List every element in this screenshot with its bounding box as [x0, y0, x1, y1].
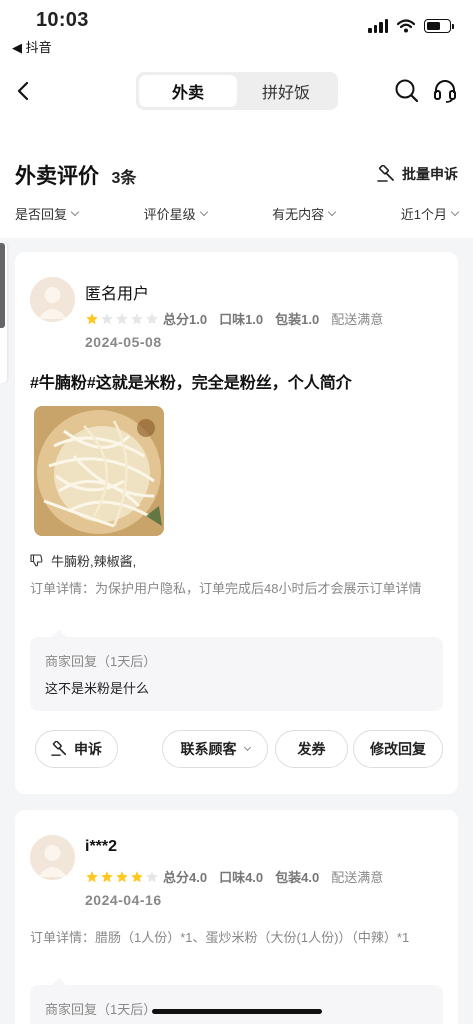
package-score: 包装4.0	[275, 870, 320, 885]
gavel-icon	[51, 741, 67, 756]
review-date: 2024-04-16	[85, 892, 162, 908]
appeal-button[interactable]: 申诉	[35, 730, 118, 768]
status-icons	[368, 19, 454, 33]
coupon-button[interactable]: 发券	[275, 730, 348, 768]
side-drawer-handle[interactable]	[0, 243, 7, 383]
chevron-down-icon	[450, 207, 460, 217]
filter-star-rating[interactable]: 评价星级	[143, 204, 208, 223]
appeal-label: 申诉	[74, 741, 102, 757]
order-detail: 订单详情：为保护用户隐私，订单完成后48小时后才会展示订单详情	[30, 581, 422, 596]
filter-time-range[interactable]: 近1个月	[400, 204, 460, 223]
header-area: 10:03 ◀ 抖音 外卖 拼好饭 外卖评价 3条 批量申诉 是否回复 评价星级…	[0, 0, 473, 238]
dislike-items: 牛腩粉,辣椒酱,	[51, 554, 137, 569]
filter-bar: 是否回复 评价星级 有无内容 近1个月	[15, 204, 460, 223]
delivery-rating: 配送满意	[331, 870, 384, 885]
contact-customer-button[interactable]: 联系顾客	[162, 730, 268, 768]
back-button[interactable]	[10, 76, 36, 106]
edit-reply-button[interactable]: 修改回复	[353, 730, 443, 768]
chevron-down-icon	[70, 207, 80, 217]
chevron-down-icon	[243, 743, 251, 752]
reply-text: 这不是米粉是什么	[45, 681, 150, 696]
status-bar: 10:03 ◀ 抖音	[0, 0, 473, 58]
page-title: 外卖评价	[15, 165, 99, 188]
battery-icon	[424, 19, 454, 33]
star-icon	[116, 870, 128, 882]
chevron-down-icon	[327, 207, 337, 217]
star-icon	[86, 312, 98, 324]
filter-label: 是否回复	[15, 207, 68, 222]
search-button[interactable]	[394, 78, 420, 109]
coupon-label: 发券	[297, 741, 326, 757]
taste-score: 口味1.0	[219, 312, 264, 327]
star-icon	[101, 870, 113, 882]
delivery-rating: 配送满意	[331, 312, 384, 327]
total-score: 总分4.0	[163, 870, 208, 885]
avatar	[30, 277, 75, 322]
gavel-icon	[377, 165, 394, 182]
bulk-appeal-label: 批量申诉	[402, 166, 458, 182]
order-detail: 订单详情：腊肠（1人份）*1、蛋炒米粉（大份(1人份)）（中辣）*1	[30, 930, 410, 945]
filter-reply-status[interactable]: 是否回复	[15, 204, 80, 223]
filter-label: 近1个月	[400, 207, 447, 222]
review-card: i***2 总分4.0 口味4.0 包装4.0 配送满意 2024-04-16 …	[15, 810, 458, 1024]
chevron-down-icon	[199, 207, 208, 217]
customer-service-button[interactable]	[432, 78, 458, 109]
merchant-reply: 商家回复（1天后）	[30, 978, 443, 1024]
segmented-control: 外卖 拼好饭	[136, 72, 338, 110]
dislike-row: 牛腩粉,辣椒酱,	[30, 551, 136, 570]
thumbs-down-icon	[30, 554, 43, 567]
review-card: 匿名用户 总分1.0 口味1.0 包装1.0 配送满意 2024-05-08 #…	[15, 252, 458, 794]
review-date: 2024-05-08	[85, 334, 162, 350]
nav-bar: 外卖 拼好饭	[0, 70, 473, 112]
rating-row: 总分4.0 口味4.0 包装4.0 配送满意	[85, 867, 383, 886]
star-icon	[131, 312, 143, 324]
contact-label: 联系顾客	[180, 741, 237, 757]
reply-title: 商家回复（1天后）	[45, 654, 157, 669]
filter-label: 有无内容	[272, 207, 325, 222]
edit-reply-label: 修改回复	[370, 741, 426, 757]
star-rating	[85, 312, 159, 326]
star-icon	[146, 870, 158, 882]
tab-waimai[interactable]: 外卖	[139, 75, 237, 107]
username: 匿名用户	[85, 286, 150, 303]
review-count: 3条	[111, 170, 137, 187]
rating-row: 总分1.0 口味1.0 包装1.0 配送满意	[85, 309, 383, 328]
headset-icon	[434, 80, 456, 103]
bulk-appeal-button[interactable]: 批量申诉	[377, 164, 458, 184]
star-rating	[85, 870, 159, 884]
merchant-reply: 商家回复（1天后） 这不是米粉是什么	[30, 630, 443, 711]
username: i***2	[85, 838, 118, 855]
chevron-left-icon	[17, 81, 29, 101]
filter-has-content[interactable]: 有无内容	[272, 204, 337, 223]
star-icon	[86, 870, 98, 882]
title-row: 外卖评价 3条 批量申诉	[15, 160, 458, 190]
star-icon	[146, 312, 158, 324]
avatar	[30, 835, 75, 880]
tab-pinhaofan[interactable]: 拼好饭	[237, 75, 335, 107]
filter-label: 评价星级	[143, 207, 196, 222]
wifi-icon	[397, 19, 415, 33]
review-photo[interactable]	[34, 406, 164, 536]
package-score: 包装1.0	[275, 312, 320, 327]
star-icon	[131, 870, 143, 882]
star-icon	[101, 312, 113, 324]
search-icon	[395, 79, 419, 103]
back-to-app-link[interactable]: ◀ 抖音	[12, 37, 52, 56]
cellular-signal-icon	[368, 19, 388, 33]
review-text: #牛腩粉#这就是米粉，完全是粉丝，个人简介	[30, 375, 352, 392]
status-time: 10:03	[36, 9, 89, 31]
star-icon	[116, 312, 128, 324]
total-score: 总分1.0	[163, 312, 208, 327]
home-indicator	[152, 1009, 322, 1014]
taste-score: 口味4.0	[219, 870, 264, 885]
